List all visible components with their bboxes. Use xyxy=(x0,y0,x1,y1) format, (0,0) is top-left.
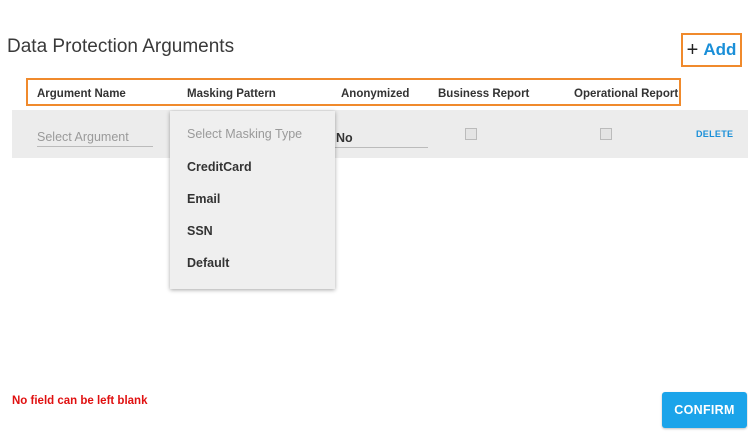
column-header-business-report: Business Report xyxy=(438,88,530,100)
argument-name-input[interactable] xyxy=(37,127,153,147)
business-report-checkbox[interactable] xyxy=(465,128,477,140)
table-row: No DELETE xyxy=(12,110,748,158)
delete-row-button[interactable]: DELETE xyxy=(696,129,733,139)
anonymized-select[interactable]: No xyxy=(334,128,428,148)
operational-report-checkbox[interactable] xyxy=(600,128,612,140)
masking-option-email[interactable]: Email xyxy=(187,192,220,206)
masking-option-default[interactable]: Default xyxy=(187,256,229,270)
add-button-label: Add xyxy=(703,40,737,59)
column-header-masking-pattern: Masking Pattern xyxy=(187,88,276,100)
column-header-argument-name: Argument Name xyxy=(37,88,126,100)
validation-error: No field can be left blank xyxy=(12,395,148,407)
add-button[interactable]: + Add xyxy=(681,33,742,67)
column-header-operational-report: Operational Report xyxy=(574,88,679,100)
masking-option-creditcard[interactable]: CreditCard xyxy=(187,160,252,174)
masking-type-dropdown: Select Masking Type CreditCard Email SSN… xyxy=(170,111,335,289)
table-header: Argument Name Masking Pattern Anonymized… xyxy=(26,78,681,106)
plus-icon: + xyxy=(686,39,699,61)
masking-option-ssn[interactable]: SSN xyxy=(187,224,213,238)
confirm-button[interactable]: CONFIRM xyxy=(662,392,747,428)
page-title: Data Protection Arguments xyxy=(7,36,235,57)
masking-type-placeholder: Select Masking Type xyxy=(187,127,303,141)
column-header-anonymized: Anonymized xyxy=(341,88,410,100)
